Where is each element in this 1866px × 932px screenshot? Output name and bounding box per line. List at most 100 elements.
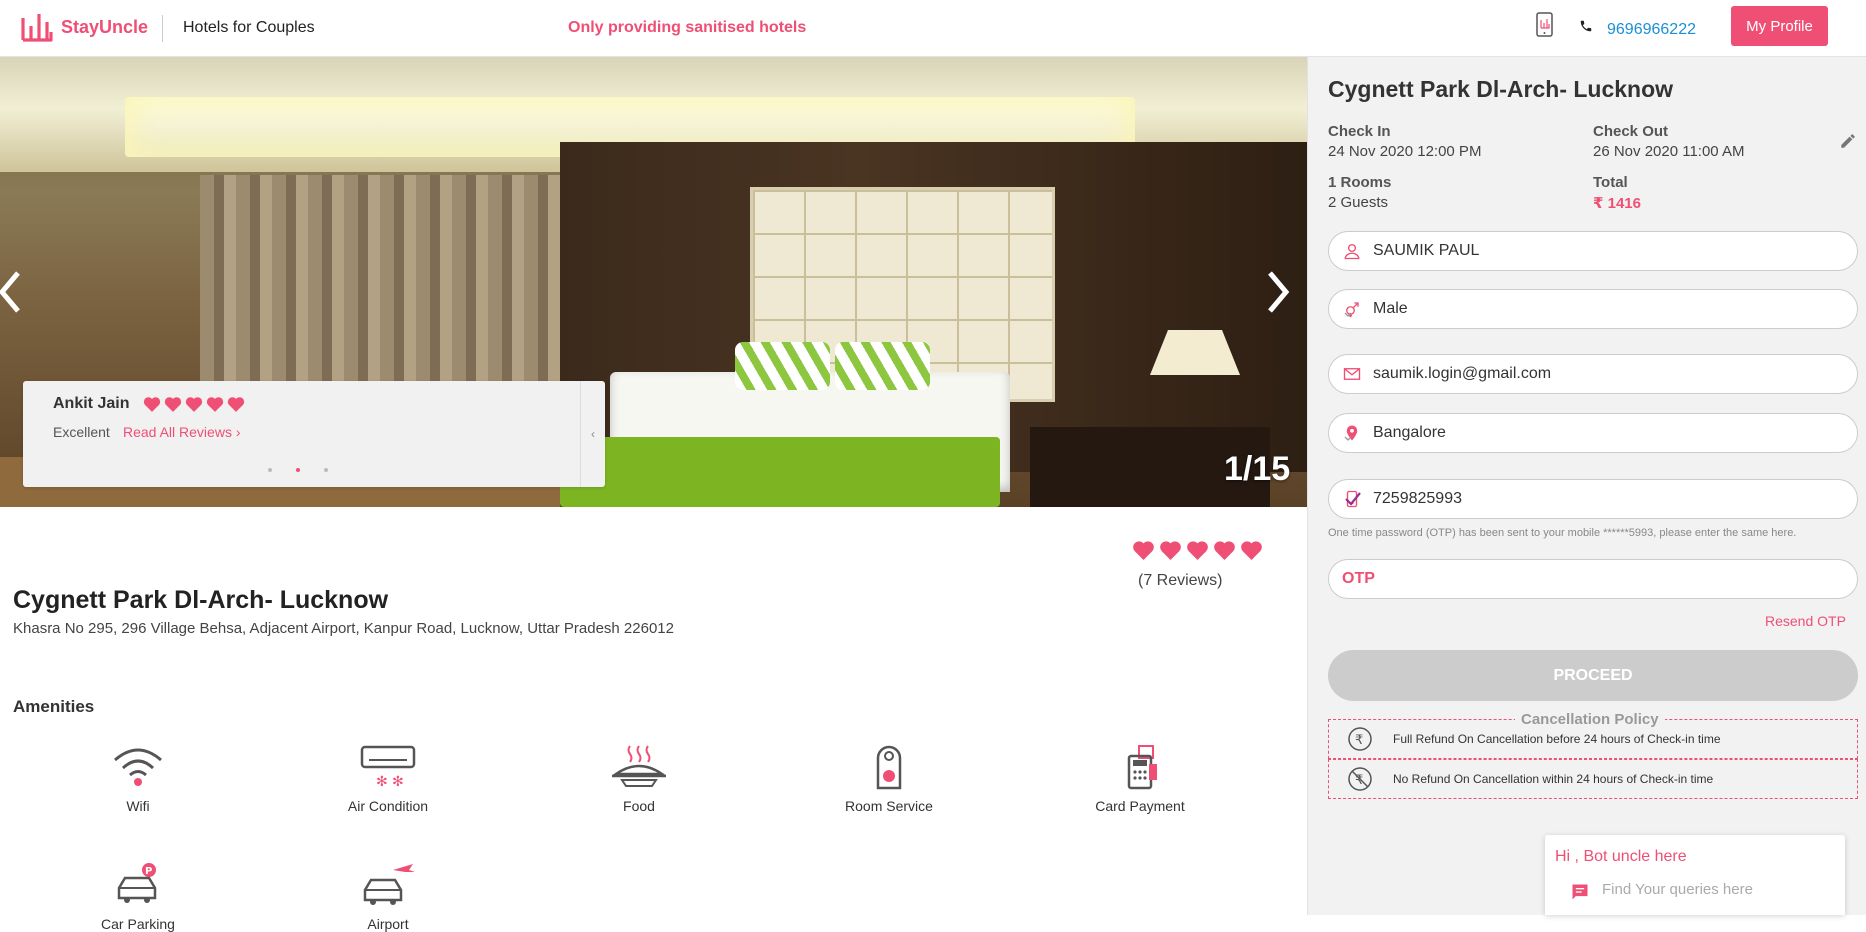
rupee-no-refund-icon: ₹ <box>1348 767 1372 791</box>
check-in-label: Check In <box>1328 123 1391 140</box>
hotel-name: Cygnett Park Dl-Arch- Lucknow <box>13 586 389 614</box>
hotel-address: Khasra No 295, 296 Village Behsa, Adjace… <box>13 620 674 637</box>
total-label: Total <box>1593 174 1628 191</box>
heart-icon <box>1240 540 1263 560</box>
reviewer-name: Ankit Jain <box>53 395 130 412</box>
room-service-icon <box>876 745 902 790</box>
otp-input[interactable]: OTP <box>1328 559 1858 599</box>
rooms-value: 1 Rooms <box>1328 174 1392 191</box>
chevron-right-icon[interactable] <box>1262 267 1292 317</box>
guests-value: 2 Guests <box>1328 194 1389 211</box>
amenity-label: Car Parking <box>101 916 175 932</box>
chatbot-title: Hi , Bot uncle here <box>1555 848 1687 865</box>
review-hearts <box>143 396 245 412</box>
city-value: Bangalore <box>1373 424 1446 441</box>
amenity-card-payment: Card Payment <box>1065 744 1215 814</box>
edit-pencil-icon[interactable] <box>1839 132 1857 150</box>
heart-icon <box>1186 540 1209 560</box>
sanitised-notice: Only providing sanitised hotels <box>568 19 807 36</box>
svg-text:P: P <box>145 866 152 877</box>
cancellation-policy-title: Cancellation Policy <box>1515 711 1665 728</box>
review-carousel-dots[interactable] <box>268 468 328 472</box>
amenity-food: Food <box>564 744 714 814</box>
email-value: saumik.login@gmail.com <box>1373 365 1552 382</box>
amenity-label: Air Condition <box>347 798 429 814</box>
heart-icon <box>206 396 224 412</box>
mobile-app-icon[interactable] <box>1536 12 1553 37</box>
carousel-dot[interactable] <box>268 468 272 472</box>
policy-none-text: No Refund On Cancellation within 24 hour… <box>1393 772 1714 786</box>
proceed-button[interactable]: PROCEED <box>1328 650 1858 701</box>
my-profile-button[interactable]: My Profile <box>1731 6 1828 46</box>
read-all-reviews-link[interactable]: Read All Reviews › <box>123 424 241 440</box>
name-field[interactable]: SAUMIK PAUL <box>1328 231 1858 271</box>
tagline[interactable]: Hotels for Couples <box>183 19 315 37</box>
cancellation-policy: ₹ Full Refund On Cancellation before 24 … <box>1328 711 1858 801</box>
user-icon <box>1344 243 1360 260</box>
mobile-field[interactable]: 7259825993 <box>1328 479 1858 519</box>
chevron-left-icon[interactable] <box>0 267 26 317</box>
name-value: SAUMIK PAUL <box>1373 242 1480 259</box>
heart-icon <box>143 396 161 412</box>
chat-icon <box>1572 884 1588 900</box>
otp-placeholder: OTP <box>1342 570 1375 587</box>
email-field[interactable]: saumik.login@gmail.com <box>1328 354 1858 394</box>
logo[interactable]: StayUncle <box>21 12 148 42</box>
chevron-left-small-icon: ‹ <box>591 427 595 441</box>
wifi-icon <box>114 748 162 786</box>
policy-full-text: Full Refund On Cancellation before 24 ho… <box>1393 732 1721 746</box>
amenity-label: Card Payment <box>1095 798 1185 814</box>
svg-text:✻: ✻ <box>376 774 388 790</box>
heart-icon <box>227 396 245 412</box>
photo-bed-runner <box>560 437 1000 507</box>
chevron-down-icon <box>1344 312 1352 317</box>
gender-value: Male <box>1373 300 1408 317</box>
air-condition-icon: ✻ ✻ <box>360 745 416 790</box>
photo-pillow <box>835 342 930 390</box>
amenity-label: Wifi <box>126 798 150 814</box>
otp-note: One time password (OTP) has been sent to… <box>1328 527 1797 539</box>
photo-pillow <box>735 342 830 390</box>
amenity-label: Food <box>623 798 655 814</box>
chevron-down-icon <box>1344 436 1352 441</box>
gender-select[interactable]: Male <box>1328 289 1858 329</box>
car-parking-icon: P <box>117 863 157 903</box>
chatbot-widget[interactable]: Hi , Bot uncle here Find Your queries he… <box>1545 835 1845 915</box>
review-card: Ankit Jain Excellent Read All Reviews › … <box>23 381 605 487</box>
brand-name: StayUncle <box>61 16 149 37</box>
heart-icon <box>1132 540 1155 560</box>
amenity-label: Airport <box>367 916 409 932</box>
amenity-label: Room Service <box>845 798 933 814</box>
mobile-value: 7259825993 <box>1373 490 1462 507</box>
booking-panel: Cygnett Park Dl-Arch- Lucknow Check In 2… <box>1307 57 1866 915</box>
phone-icon <box>1580 20 1592 32</box>
check-out-value: 26 Nov 2020 11:00 AM <box>1593 143 1745 160</box>
review-collapse-button[interactable]: ‹ <box>580 381 605 487</box>
airport-taxi-icon <box>363 864 415 905</box>
amenity-airport: Airport <box>313 862 463 932</box>
total-price: ₹ 1416 <box>1593 195 1641 212</box>
carousel-dot[interactable] <box>324 468 328 472</box>
photo-counter: 1/15 <box>1224 450 1291 488</box>
stayuncle-logo-icon <box>21 14 53 42</box>
amenity-air-condition: ✻ ✻ Air Condition <box>313 744 463 814</box>
heart-icon <box>185 396 203 412</box>
heart-icon <box>1213 540 1236 560</box>
food-icon <box>612 745 666 787</box>
booking-hotel-name: Cygnett Park Dl-Arch- Lucknow <box>1328 76 1674 102</box>
phone-number[interactable]: 9696966222 <box>1607 21 1696 39</box>
carousel-dot[interactable] <box>296 468 300 472</box>
heart-icon <box>164 396 182 412</box>
reviews-count[interactable]: (7 Reviews) <box>1138 572 1222 590</box>
amenity-room-service: Room Service <box>814 744 964 814</box>
policy-no-refund: ₹ No Refund On Cancellation within 24 ho… <box>1328 759 1858 799</box>
amenities-title: Amenities <box>13 697 95 716</box>
check-out-label: Check Out <box>1593 123 1669 140</box>
svg-text:✻: ✻ <box>392 774 404 790</box>
mail-icon <box>1343 368 1361 380</box>
amenity-wifi: Wifi <box>63 744 213 814</box>
chatbot-input[interactable]: Find Your queries here <box>1602 881 1753 898</box>
resend-otp-link[interactable]: Resend OTP <box>1765 613 1846 629</box>
rupee-refund-icon: ₹ <box>1348 727 1372 751</box>
city-select[interactable]: Bangalore <box>1328 413 1858 453</box>
